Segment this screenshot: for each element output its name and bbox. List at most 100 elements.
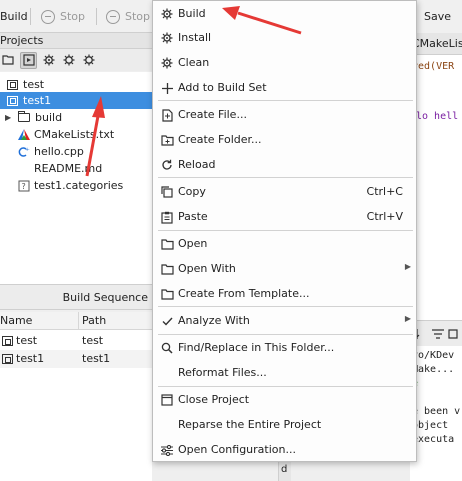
tree-item-label: test1.categories [34,179,124,192]
clean-button[interactable] [80,52,97,69]
copy-icon [160,185,174,199]
projects-panel-title: Projects [0,33,152,49]
row-name: test1 [16,352,45,365]
menu-item-create-folder[interactable]: Create Folder... [153,128,416,152]
tree-item-test1[interactable]: test1 [0,92,152,109]
project-icon [7,79,18,90]
menu-item-reload[interactable]: Reload [153,153,416,177]
code-text: lo hell [416,111,459,122]
output-line: vo/KDev [412,350,455,361]
save-button[interactable]: Save [424,0,451,33]
table-row[interactable]: test1 test1 [0,350,152,368]
menu-item-label: Create From Template... [178,287,310,300]
menu-item-copy[interactable]: Copy Ctrl+C [153,180,416,204]
code-text: red(VER [412,61,455,72]
menu-item-label: Reload [178,158,216,171]
vertical-tab[interactable]: d [278,460,291,481]
folder-open-icon [2,55,14,65]
project-icon [7,95,18,106]
plus-icon [160,81,174,95]
close-project-icon [160,393,174,407]
tree-item-readme[interactable]: README.md [0,160,152,177]
output-action-icon[interactable] [448,329,458,339]
tree-item-label: README.md [34,162,103,175]
project-icon [2,336,13,346]
install-button[interactable] [60,52,77,69]
column-header-path[interactable]: Path [82,314,106,327]
menu-item-reparse-project[interactable]: Reparse the Entire Project [153,413,416,437]
row-path: test [82,334,104,347]
tree-item-test[interactable]: test [0,76,152,93]
filter-icon[interactable] [432,329,444,339]
build-button-label: Build [0,10,28,23]
tree-item-cmakelists[interactable]: CMakeLists.txt [0,126,152,143]
code-editor[interactable]: red(VER lo hell [410,55,462,320]
output-line: object [412,420,449,431]
menu-item-label: Analyze With [178,314,250,327]
table-row[interactable]: test test [0,332,152,350]
tree-item-test1-categories[interactable]: ? test1.categories [0,177,152,194]
menu-item-open-with[interactable]: Open With ▶ [153,257,416,281]
search-icon [160,341,174,355]
menu-item-open-configuration[interactable]: Open Configuration... [153,438,416,462]
save-button-label: Save [424,10,452,23]
menu-item-label: Build [178,7,206,20]
row-name: test [16,334,38,347]
tree-item-build[interactable]: ▶ build [0,109,152,126]
code-line: red(VER [412,61,454,72]
cmake-icon [18,129,30,140]
editor-tab-label: CMakeLists.t [412,37,462,50]
menu-separator [158,306,413,307]
stop-button[interactable]: Stop [41,0,85,33]
projects-title-label: Projects [0,34,44,47]
menu-separator [158,334,413,335]
project-tree: test test1 ▶ build CMakeLists.txt ++ hel… [0,72,152,284]
folder-icon [160,237,174,251]
column-divider[interactable] [78,312,79,330]
gear-icon [83,54,94,66]
menu-item-analyze-with[interactable]: Analyze With ▶ [153,309,416,333]
output-line: Make... [412,364,455,375]
build-sequence-header: Build Sequence [0,284,152,310]
menu-item-find-replace[interactable]: Find/Replace in This Folder... [153,336,416,360]
menu-item-shortcut: Ctrl+C [366,185,403,198]
projects-toolbar [0,49,152,71]
editor-tab[interactable]: CMakeLists.t [410,33,462,55]
menu-item-label: Find/Replace in This Folder... [178,341,335,354]
build-button[interactable]: Build [0,0,28,33]
menu-item-close-project[interactable]: Close Project [153,388,416,412]
menu-item-label: Add to Build Set [178,81,267,94]
new-file-icon [160,108,174,122]
project-icon [2,354,13,364]
project-view-button[interactable] [20,51,37,69]
folder-icon [160,287,174,301]
gear-icon [160,31,174,45]
build-output[interactable]: vo/KDev Make... e e been v object execut… [410,346,462,481]
svg-text:?: ? [22,182,26,191]
menu-item-reformat-files[interactable]: Reformat Files... [153,361,416,385]
column-header-name[interactable]: Name [0,314,32,327]
menu-item-create-from-template[interactable]: Create From Template... [153,282,416,306]
table-header: Name Path [0,312,152,330]
menu-item-clean[interactable]: Clean [153,51,416,75]
menu-item-add-to-build-set[interactable]: Add to Build Set [153,76,416,100]
menu-item-label: Clean [178,56,210,69]
gear-icon [160,7,174,21]
menu-item-open[interactable]: Open [153,232,416,256]
folder-icon [160,262,174,276]
menu-item-create-file[interactable]: Create File... [153,103,416,127]
expand-arrow-icon[interactable]: ▶ [5,113,15,122]
menu-item-build[interactable]: Build [153,2,416,26]
unknown-file-icon: ? [18,180,30,191]
stop-button-label: Stop [60,10,86,23]
open-project-button[interactable] [0,52,17,69]
configure-icon [160,443,174,457]
row-path: test1 [82,352,111,365]
menu-item-label: Open Configuration... [178,443,296,456]
tree-item-hello-cpp[interactable]: ++ hello.cpp [0,143,152,160]
build-settings-button[interactable] [40,52,57,69]
tree-item-label: test [23,78,45,91]
menu-item-install[interactable]: Install [153,26,416,50]
gear-icon [43,54,54,66]
menu-item-paste[interactable]: Paste Ctrl+V [153,205,416,229]
